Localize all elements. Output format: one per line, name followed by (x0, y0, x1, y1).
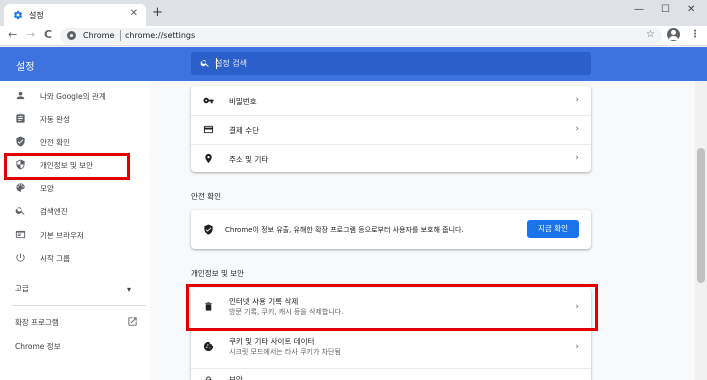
browser-icon (15, 230, 26, 239)
main-content: 비밀번호 › 결제 수단 › 주소 및 기타 › 안전 확인 Chrome이 정… (150, 81, 695, 380)
sidebar-item-autofill[interactable]: 자동 완성 (0, 109, 150, 129)
row-label: 쿠키 및 기타 사이트 데이터 (229, 337, 315, 346)
address-bar[interactable]: Chrome chrome://settings (60, 28, 662, 44)
chevron-right-icon: › (575, 95, 579, 105)
payment-methods-row[interactable]: 결제 수단 › (191, 116, 591, 144)
shield-check-icon (16, 136, 25, 147)
menu-icon[interactable]: ⋮ (690, 29, 700, 40)
profile-avatar[interactable] (667, 28, 680, 41)
sidebar-item-on-startup[interactable]: 시작 그룹 (0, 248, 150, 268)
credit-card-icon (203, 125, 214, 134)
chevron-right-icon: › (575, 153, 579, 163)
bookmark-star-icon[interactable]: ☆ (646, 29, 655, 40)
sidebar-item-safety-check[interactable]: 안전 확인 (0, 132, 150, 152)
chevron-right-icon: › (575, 342, 579, 352)
chevron-right-icon: › (575, 124, 579, 134)
tab-close-icon[interactable]: ✕ (130, 8, 138, 19)
settings-header: 설정 (0, 47, 707, 81)
highlight-box-sidebar-privacy (4, 153, 130, 180)
sidebar-item-appearance[interactable]: 모양 (0, 178, 150, 198)
page-scrollbar[interactable] (695, 81, 707, 380)
new-tab-button[interactable]: + (152, 5, 163, 20)
check-now-button[interactable]: 지금 확인 (527, 220, 579, 238)
forward-button[interactable]: → (26, 28, 35, 41)
person-icon (16, 91, 25, 100)
maximize-button[interactable]: ☐ (661, 4, 670, 15)
sidebar-divider (12, 305, 146, 306)
sidebar-item-label: 시작 그룹 (40, 254, 70, 263)
sidebar-item-extensions[interactable]: 확장 프로그램 (15, 317, 59, 328)
window-close-button[interactable]: ✕ (687, 4, 695, 15)
cookies-row[interactable]: 쿠키 및 기타 사이트 데이터 시크릿 모드에서는 타사 쿠키가 차단됨 › (191, 331, 591, 363)
chevron-down-icon[interactable]: ▾ (127, 285, 131, 294)
row-label: 주소 및 기타 (229, 155, 269, 164)
sidebar-item-label: 모양 (40, 184, 54, 193)
power-icon (16, 253, 25, 262)
open-in-new-icon[interactable] (127, 316, 138, 327)
search-input[interactable] (215, 56, 575, 71)
security-row[interactable]: 보안 (191, 370, 591, 380)
row-description: 시크릿 모드에서는 타사 쿠키가 차단됨 (229, 348, 341, 356)
safety-message: Chrome이 정보 유출, 유해한 확장 프로그램 등으로부터 사용자를 보호… (225, 226, 464, 234)
chrome-site-icon (67, 31, 76, 40)
scrollbar-thumb[interactable] (697, 148, 705, 283)
lock-icon (205, 376, 212, 380)
sidebar-item-search-engine[interactable]: 검색엔진 (0, 201, 150, 221)
row-label: 결제 수단 (229, 126, 259, 135)
sidebar-item-label: 자동 완성 (40, 115, 70, 124)
cookie-icon (203, 341, 214, 352)
text-cursor (216, 58, 217, 69)
reload-button[interactable]: C (44, 28, 52, 41)
shield-check-icon (204, 224, 213, 235)
clipboard-icon (16, 113, 25, 123)
search-icon (200, 60, 209, 67)
tab-title: 설정 (29, 11, 44, 20)
row-label: 비밀번호 (229, 97, 257, 106)
gear-icon (13, 10, 23, 20)
url-text[interactable]: chrome://settings (125, 31, 195, 40)
page-title: 설정 (16, 62, 35, 73)
sidebar-item-default-browser[interactable]: 기본 브라우저 (0, 225, 150, 245)
tab-settings[interactable]: 설정 ✕ (4, 4, 146, 26)
sidebar-item-you-and-google[interactable]: 나와 Google의 관계 (0, 86, 150, 106)
addresses-row[interactable]: 주소 및 기타 › (191, 145, 591, 173)
highlight-box-clear-browsing-data (186, 284, 598, 331)
safety-section-title: 안전 확인 (191, 192, 221, 201)
sidebar-advanced[interactable]: 고급 (15, 283, 29, 294)
settings-search[interactable] (191, 52, 591, 75)
sidebar-item-label: 나와 Google의 관계 (40, 92, 106, 101)
row-label: 보안 (229, 375, 243, 380)
location-pin-icon (205, 153, 212, 164)
palette-icon (16, 183, 25, 192)
privacy-section-title: 개인정보 및 보안 (191, 269, 245, 278)
sidebar: 나와 Google의 관계 자동 완성 안전 확인 개인정보 및 보안 모양 검… (0, 81, 150, 380)
key-icon (203, 97, 214, 104)
row-divider (191, 368, 591, 369)
tab-strip: 설정 ✕ + — ☐ ✕ (0, 0, 707, 26)
search-icon (15, 207, 25, 215)
minimize-button[interactable]: — (634, 4, 644, 15)
passwords-row[interactable]: 비밀번호 › (191, 87, 591, 115)
sidebar-item-label: 안전 확인 (40, 138, 70, 147)
site-label: Chrome (83, 31, 115, 40)
sidebar-item-about[interactable]: Chrome 정보 (15, 341, 61, 352)
sidebar-item-label: 기본 브라우저 (40, 231, 84, 240)
back-button[interactable]: ← (8, 28, 17, 41)
browser-toolbar: ← → C Chrome chrome://settings ☆ ⋮ (0, 26, 707, 46)
autofill-card: 비밀번호 › 결제 수단 › 주소 및 기타 › (191, 86, 591, 172)
safety-check-card: Chrome이 정보 유출, 유해한 확장 프로그램 등으로부터 사용자를 보호… (191, 210, 591, 249)
address-divider (120, 30, 121, 41)
sidebar-item-label: 검색엔진 (40, 207, 68, 216)
